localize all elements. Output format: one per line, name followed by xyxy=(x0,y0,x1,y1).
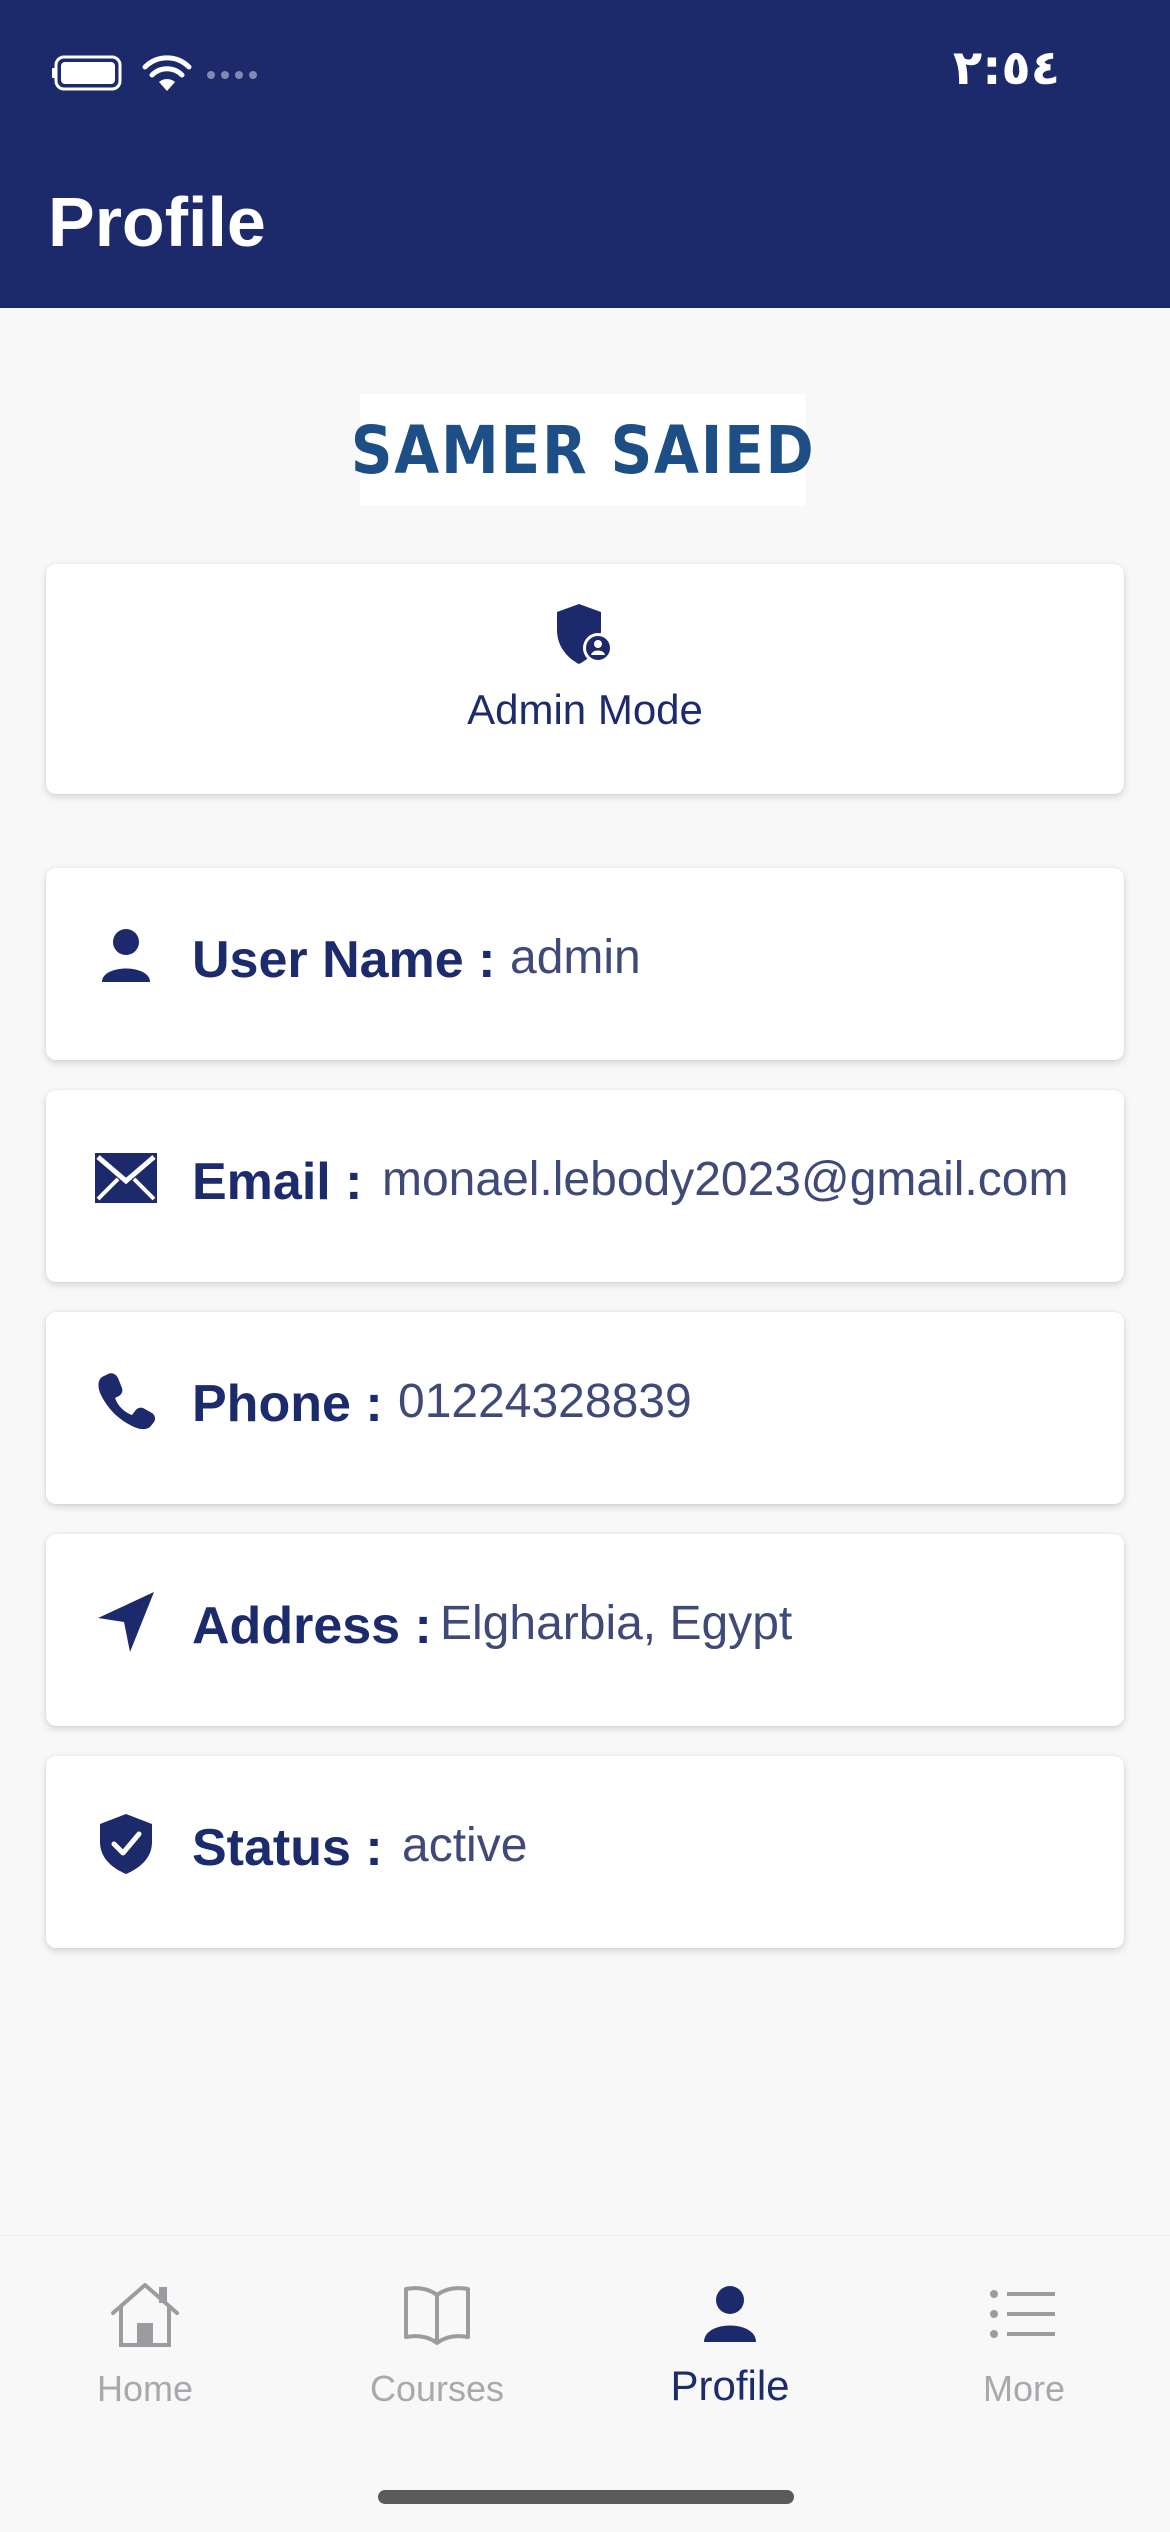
status-card: Status : active xyxy=(46,1756,1124,1948)
status-icons xyxy=(52,50,262,96)
username-card: User Name : admin xyxy=(46,868,1124,1060)
shield-check-icon xyxy=(90,1808,162,1880)
email-label: Email : xyxy=(192,1153,363,1211)
wifi-icon xyxy=(142,55,192,91)
book-icon xyxy=(397,2274,477,2354)
username-value: admin xyxy=(510,931,641,984)
email-value: monael.lebody2023@gmail.com xyxy=(382,1153,1069,1206)
address-label: Address : xyxy=(192,1597,432,1655)
app-header: ٢:٥٤ Profile xyxy=(0,0,1170,308)
phone-icon xyxy=(90,1364,162,1436)
admin-mode-label: Admin Mode xyxy=(467,686,703,733)
tab-home[interactable]: Home xyxy=(15,2256,275,2446)
phone-value: 01224328839 xyxy=(398,1375,692,1428)
address-value: Elgharbia, Egypt xyxy=(440,1597,793,1650)
tab-courses-label: Courses xyxy=(369,2368,505,2409)
home-indicator[interactable] xyxy=(378,2490,794,2504)
phone-label: Phone : xyxy=(192,1375,383,1433)
tab-more-label: More xyxy=(982,2368,1066,2409)
phone-card: Phone : 01224328839 xyxy=(46,1312,1124,1504)
email-card: Email : monael.lebody2023@gmail.com xyxy=(46,1090,1124,1282)
signal-icon xyxy=(207,71,257,79)
battery-icon xyxy=(52,55,122,91)
username-label: User Name : xyxy=(192,931,496,989)
address-card: Address : Elgharbia, Egypt xyxy=(46,1534,1124,1726)
brand-logo: SAMER SAIED xyxy=(351,394,814,506)
admin-shield-icon xyxy=(557,604,613,664)
bottom-tab-bar: Home Courses Profile More xyxy=(0,2235,1170,2532)
user-icon xyxy=(90,920,162,992)
tab-courses[interactable]: Courses xyxy=(307,2256,567,2446)
status-label: Status : xyxy=(192,1819,383,1877)
tab-home-label: Home xyxy=(96,2368,194,2409)
list-icon xyxy=(984,2274,1064,2354)
logo-text: SAMER SAIED xyxy=(350,411,816,489)
status-time: ٢:٥٤ xyxy=(952,40,1060,96)
status-value: active xyxy=(402,1819,528,1872)
tab-more[interactable]: More xyxy=(894,2256,1154,2446)
home-icon xyxy=(105,2274,185,2354)
tab-profile-label: Profile xyxy=(670,2362,790,2409)
person-icon xyxy=(690,2274,770,2354)
envelope-icon xyxy=(90,1142,162,1214)
page-title: Profile xyxy=(48,183,266,261)
location-arrow-icon xyxy=(90,1586,162,1658)
admin-mode-card[interactable]: Admin Mode xyxy=(46,564,1124,794)
tab-profile[interactable]: Profile xyxy=(600,2256,860,2446)
